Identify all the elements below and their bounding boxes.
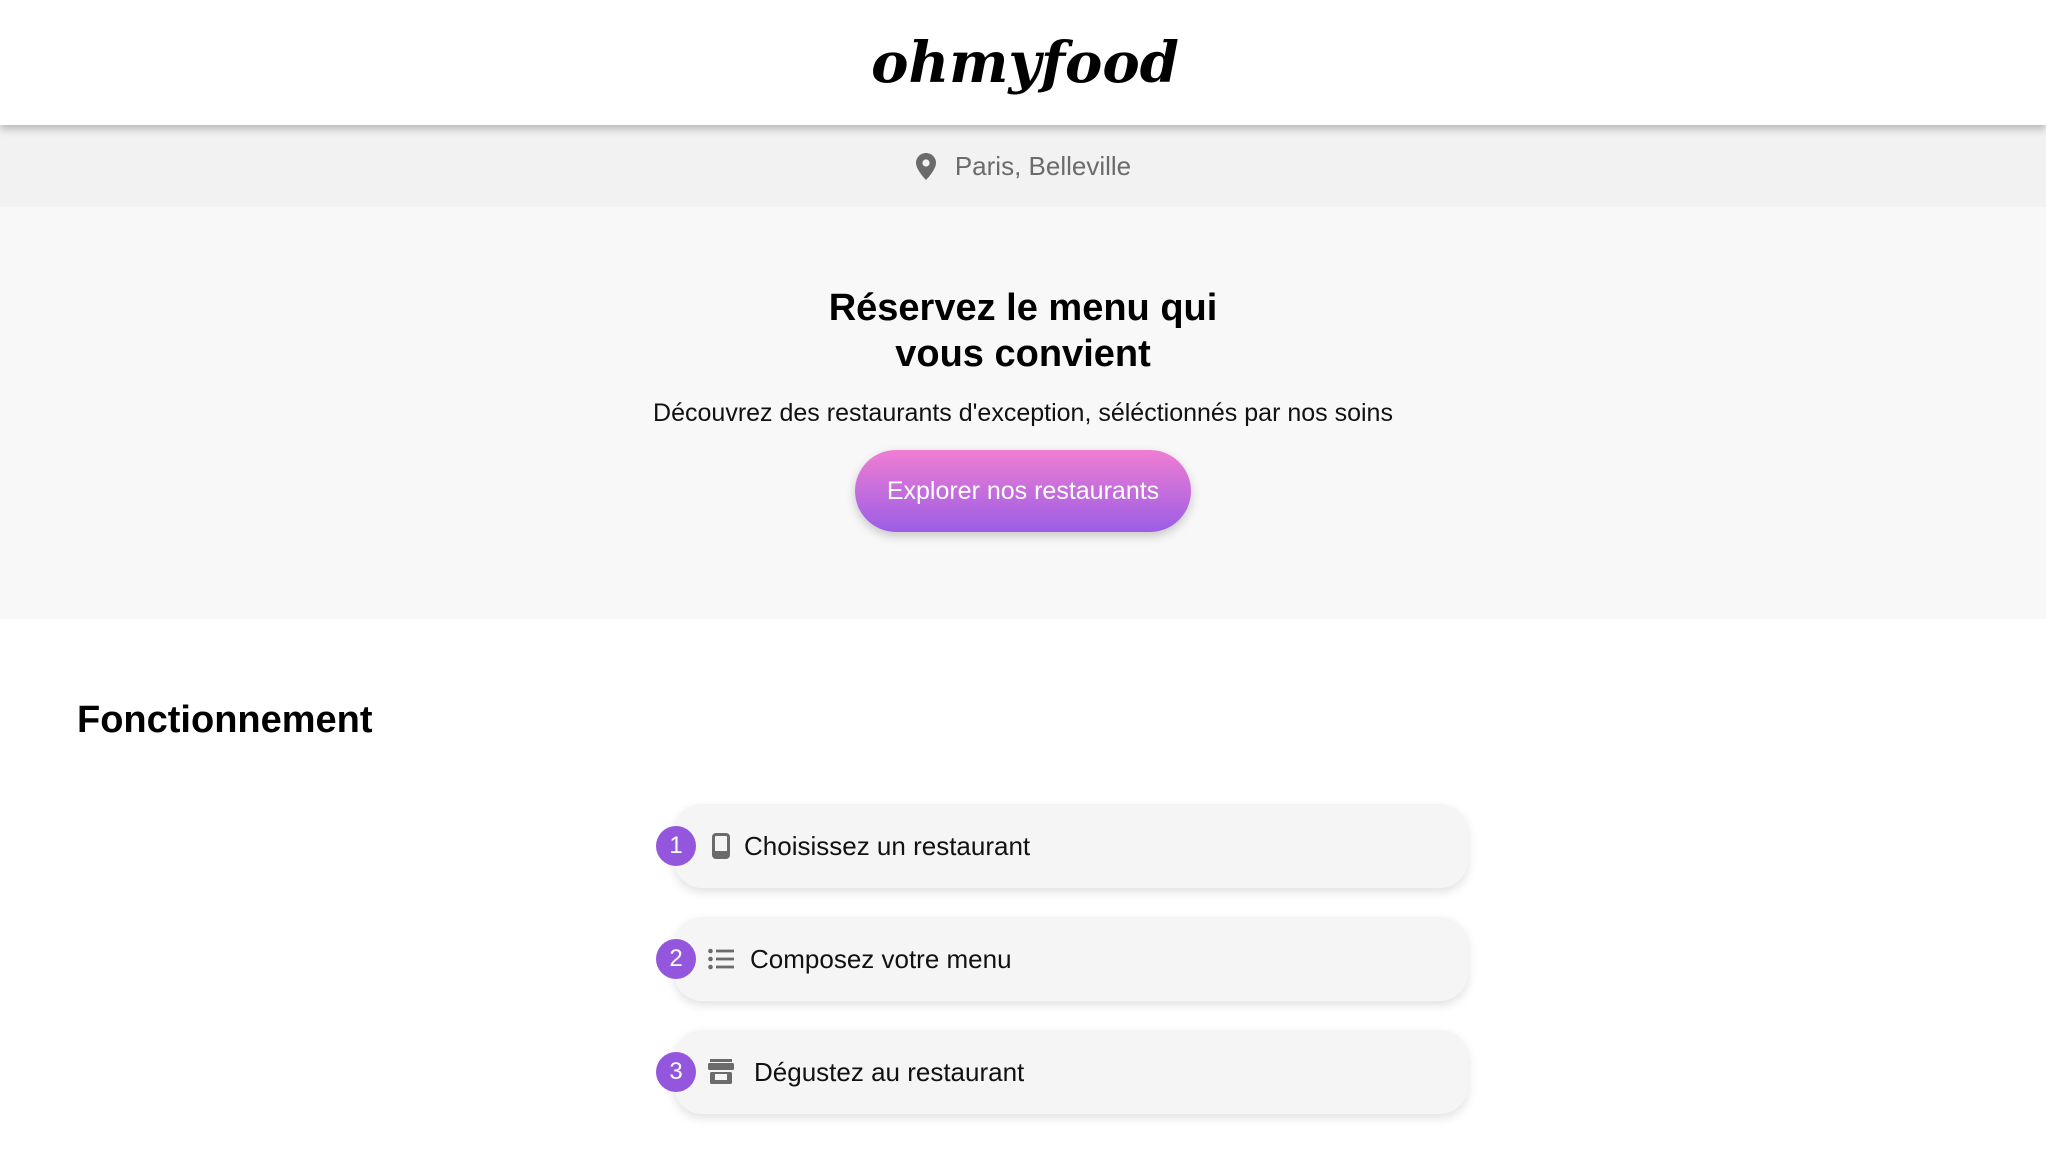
- location-pin-icon: [915, 152, 937, 180]
- location-text: Paris, Belleville: [954, 150, 1132, 181]
- steps-list: 1 Choisissez un restaurant 2 Composez vo…: [656, 804, 1468, 1143]
- step-number-badge: 1: [656, 826, 696, 866]
- step-number-badge: 2: [656, 939, 696, 979]
- page: ohmyfood Paris, Belleville Réservez le m…: [0, 0, 2046, 1158]
- hero-subtitle: Découvrez des restaurants d'exception, s…: [653, 399, 1393, 427]
- step-item-3: 3 Dégustez au restaurant: [656, 1030, 1468, 1114]
- step-label: Choisissez un restaurant: [744, 830, 1031, 861]
- location-bar: Paris, Belleville: [0, 125, 2046, 207]
- step-item-1: 1 Choisissez un restaurant: [656, 804, 1468, 888]
- how-it-works-section: Fonctionnement 1 Choisissez un restauran…: [0, 619, 2046, 1114]
- step-card: Choisissez un restaurant: [674, 804, 1468, 888]
- site-header: ohmyfood: [0, 0, 2046, 125]
- section-title: Fonctionnement: [77, 699, 373, 741]
- hero-title-line1: Réservez le menu qui: [828, 287, 1218, 329]
- logo[interactable]: ohmyfood: [871, 30, 1179, 96]
- store-icon: [706, 1058, 736, 1086]
- hero-title: Réservez le menu qui vous convient: [813, 285, 1233, 377]
- explore-restaurants-button[interactable]: Explorer nos restaurants: [855, 450, 1191, 532]
- step-label: Composez votre menu: [750, 943, 1012, 974]
- step-label: Dégustez au restaurant: [754, 1056, 1025, 1087]
- step-number-badge: 3: [656, 1052, 696, 1092]
- hero-title-line2: vous convient: [895, 333, 1151, 375]
- hero-section: Réservez le menu qui vous convient Décou…: [0, 207, 2046, 619]
- list-icon: [706, 945, 736, 973]
- step-card: Dégustez au restaurant: [674, 1030, 1468, 1114]
- mobile-phone-icon: [706, 832, 736, 860]
- step-item-2: 2 Composez votre menu: [656, 917, 1468, 1001]
- step-card: Composez votre menu: [674, 917, 1468, 1001]
